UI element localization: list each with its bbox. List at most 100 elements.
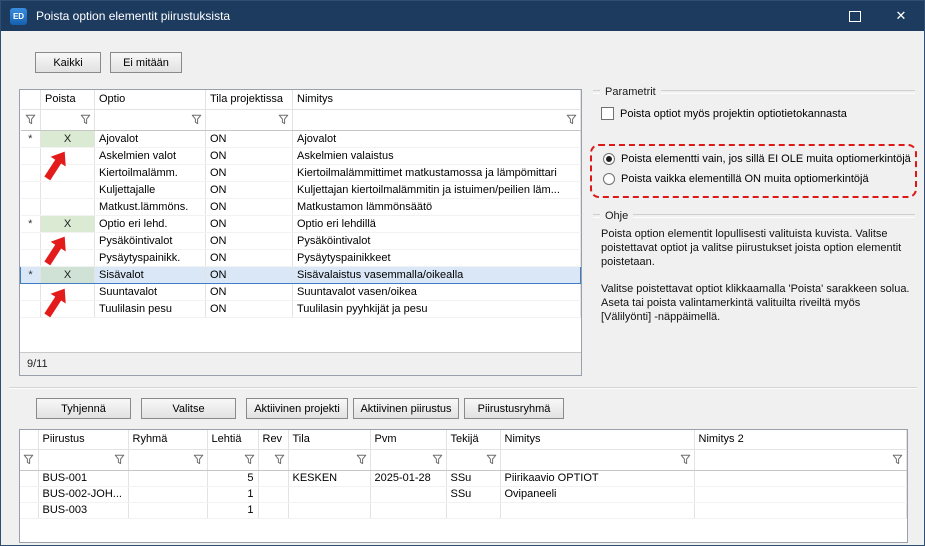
nimitys2-cell[interactable]: [694, 502, 907, 518]
pvm-cell[interactable]: [370, 502, 446, 518]
drawing-row[interactable]: BUS-001 5 KESKEN 2025-01-28 SSu Piirikaa…: [20, 470, 907, 486]
column-header-tila-projektissa[interactable]: Tila projektissa: [206, 90, 293, 109]
filter-cell[interactable]: [128, 449, 207, 470]
active-project-button[interactable]: Aktiivinen projekti: [246, 398, 348, 419]
filter-cell[interactable]: [446, 449, 500, 470]
filter-cell[interactable]: [20, 449, 38, 470]
delete-from-optiondb-checkbox-row[interactable]: Poista optiot myös projektin optiotietok…: [601, 107, 911, 120]
nimitys-cell[interactable]: Askelmien valaistus: [293, 147, 581, 164]
piirustus-cell[interactable]: BUS-001: [38, 470, 128, 486]
option-row[interactable]: Suuntavalot ON Suuntavalot vasen/oikea: [21, 283, 581, 300]
poista-cell[interactable]: [41, 283, 95, 300]
poista-cell[interactable]: X: [41, 266, 95, 283]
select-button[interactable]: Valitse: [141, 398, 236, 419]
piirustus-cell[interactable]: BUS-003: [38, 502, 128, 518]
filter-cell[interactable]: [500, 449, 694, 470]
tila-cell[interactable]: [288, 502, 370, 518]
option-row[interactable]: Tuulilasin pesu ON Tuulilasin pyyhkijät …: [21, 300, 581, 317]
radio-delete-even-if-other-marks[interactable]: Poista vaikka elementillä ON muita optio…: [603, 173, 869, 185]
ryhma-cell[interactable]: [128, 486, 207, 502]
column-header-optio[interactable]: Optio: [95, 90, 206, 109]
column-header-tila[interactable]: Tila: [288, 430, 370, 449]
piirustus-cell[interactable]: BUS-002-JOH...: [38, 486, 128, 502]
option-row[interactable]: Pysäköintivalot ON Pysäköintivalot: [21, 232, 581, 249]
tila-cell[interactable]: ON: [206, 181, 293, 198]
radio-label[interactable]: Poista elementti vain, jos sillä EI OLE …: [621, 153, 911, 165]
nimitys-cell[interactable]: [500, 502, 694, 518]
optio-cell[interactable]: Suuntavalot: [95, 283, 206, 300]
nimitys-cell[interactable]: Optio eri lehdillä: [293, 215, 581, 232]
tila-cell[interactable]: KESKEN: [288, 470, 370, 486]
filter-cell[interactable]: [206, 109, 293, 130]
nimitys2-cell[interactable]: [694, 470, 907, 486]
checkbox-label[interactable]: Poista optiot myös projektin optiotietok…: [620, 108, 847, 120]
filter-cell[interactable]: [207, 449, 258, 470]
option-row[interactable]: Askelmien valot ON Askelmien valaistus: [21, 147, 581, 164]
pvm-cell[interactable]: [370, 486, 446, 502]
radio-button[interactable]: [603, 173, 615, 185]
ryhma-cell[interactable]: [128, 470, 207, 486]
option-row[interactable]: Kiertoilmalämm. ON Kiertoilmalämmittimet…: [21, 164, 581, 181]
poista-cell[interactable]: [41, 164, 95, 181]
option-row[interactable]: * X Optio eri lehd. ON Optio eri lehdill…: [21, 215, 581, 232]
select-all-button[interactable]: Kaikki: [35, 52, 101, 73]
option-row[interactable]: Pysäytyspainikk. ON Pysäytyspainikkeet: [21, 249, 581, 266]
drawing-row[interactable]: BUS-003 1: [20, 502, 907, 518]
optio-cell[interactable]: Ajovalot: [95, 130, 206, 147]
optio-cell[interactable]: Pysäköintivalot: [95, 232, 206, 249]
select-none-button[interactable]: Ei mitään: [110, 52, 182, 73]
filter-cell[interactable]: [370, 449, 446, 470]
tekija-cell[interactable]: SSu: [446, 486, 500, 502]
optio-cell[interactable]: Optio eri lehd.: [95, 215, 206, 232]
maximize-button[interactable]: [832, 1, 878, 31]
filter-cell[interactable]: [694, 449, 907, 470]
column-header-poista[interactable]: Poista: [41, 90, 95, 109]
poista-cell[interactable]: [41, 147, 95, 164]
optio-cell[interactable]: Kiertoilmalämm.: [95, 164, 206, 181]
column-header-ryhma[interactable]: Ryhmä: [128, 430, 207, 449]
poista-cell[interactable]: [41, 181, 95, 198]
option-row[interactable]: Matkust.lämmöns. ON Matkustamon lämmönsä…: [21, 198, 581, 215]
rev-cell[interactable]: [258, 486, 288, 502]
poista-cell[interactable]: [41, 198, 95, 215]
column-header-piirustus[interactable]: Piirustus: [38, 430, 128, 449]
nimitys-cell[interactable]: Pysäköintivalot: [293, 232, 581, 249]
column-header-tekija[interactable]: Tekijä: [446, 430, 500, 449]
tila-cell[interactable]: ON: [206, 198, 293, 215]
filter-cell[interactable]: [95, 109, 206, 130]
checkbox[interactable]: [601, 107, 614, 120]
radio-label[interactable]: Poista vaikka elementillä ON muita optio…: [621, 173, 869, 185]
filter-cell[interactable]: [293, 109, 581, 130]
close-button[interactable]: ✕: [878, 1, 924, 31]
poista-cell[interactable]: X: [41, 130, 95, 147]
rev-cell[interactable]: [258, 502, 288, 518]
drawing-row[interactable]: BUS-002-JOH... 1 SSu Ovipaneeli: [20, 486, 907, 502]
filter-cell[interactable]: [288, 449, 370, 470]
filter-cell[interactable]: [21, 109, 41, 130]
tila-cell[interactable]: ON: [206, 215, 293, 232]
filter-cell[interactable]: [41, 109, 95, 130]
lehtia-cell[interactable]: 5: [207, 470, 258, 486]
optio-cell[interactable]: Sisävalot: [95, 266, 206, 283]
filter-cell[interactable]: [38, 449, 128, 470]
nimitys-cell[interactable]: Ovipaneeli: [500, 486, 694, 502]
optio-cell[interactable]: Askelmien valot: [95, 147, 206, 164]
nimitys-cell[interactable]: Suuntavalot vasen/oikea: [293, 283, 581, 300]
active-drawing-button[interactable]: Aktiivinen piirustus: [353, 398, 459, 419]
poista-cell[interactable]: [41, 300, 95, 317]
column-header-rev[interactable]: Rev: [258, 430, 288, 449]
drawing-group-button[interactable]: Piirustusryhmä: [464, 398, 564, 419]
nimitys-cell[interactable]: Tuulilasin pyyhkijät ja pesu: [293, 300, 581, 317]
filter-cell[interactable]: [258, 449, 288, 470]
nimitys2-cell[interactable]: [694, 486, 907, 502]
clear-button[interactable]: Tyhjennä: [36, 398, 131, 419]
column-header-nimitys[interactable]: Nimitys: [500, 430, 694, 449]
optio-cell[interactable]: Kuljettajalle: [95, 181, 206, 198]
tila-cell[interactable]: ON: [206, 147, 293, 164]
optio-cell[interactable]: Matkust.lämmöns.: [95, 198, 206, 215]
tila-cell[interactable]: ON: [206, 300, 293, 317]
nimitys-cell[interactable]: Kuljettajan kiertoilmalämmitin ja istuim…: [293, 181, 581, 198]
optio-cell[interactable]: Pysäytyspainikk.: [95, 249, 206, 266]
tekija-cell[interactable]: SSu: [446, 470, 500, 486]
nimitys-cell[interactable]: Pysäytyspainikkeet: [293, 249, 581, 266]
